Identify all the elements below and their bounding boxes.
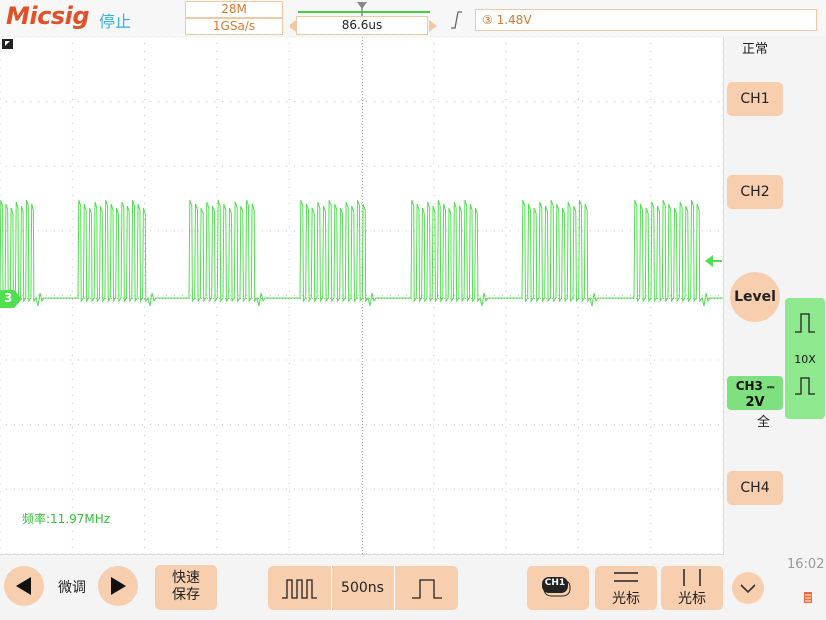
sample-rate[interactable]: 1GSa/s xyxy=(185,18,283,35)
timebase-increase-icon xyxy=(412,579,442,599)
battery-icon xyxy=(804,592,812,603)
timebase-decrease-icon xyxy=(282,579,317,599)
ch3-waveform-trace xyxy=(0,199,723,307)
ch2-button[interactable]: CH2 xyxy=(727,175,783,209)
vertical-cursor-icon xyxy=(683,569,701,586)
ch4-button[interactable]: CH4 xyxy=(727,471,783,505)
brand-logo: Micsig xyxy=(6,2,90,30)
play-right-icon xyxy=(111,577,126,595)
quick-save-button[interactable]: 快速 保存 xyxy=(155,565,217,610)
ch3-scale: 2V xyxy=(745,395,765,410)
trigger-mode[interactable]: 正常 xyxy=(742,38,768,57)
trigger-level-arrow-icon[interactable] xyxy=(705,254,723,268)
clock: 16:02 xyxy=(787,557,825,572)
ch3-name: CH3 xyxy=(735,379,763,393)
more-menu-button[interactable] xyxy=(732,572,764,604)
ch1-button[interactable]: CH1 xyxy=(727,82,783,116)
trigger-position-icon xyxy=(357,2,367,9)
trigger-level-value: 1.48V xyxy=(496,13,532,27)
horizontal-cursor-label: 光标 xyxy=(612,591,640,607)
waveform-display[interactable] xyxy=(0,37,724,555)
channel-select-button[interactable]: CH1 xyxy=(527,566,589,610)
fine-adjust-label: 微调 xyxy=(58,580,86,596)
rising-edge-icon[interactable] xyxy=(449,10,463,30)
quick-save-label-1: 快速 xyxy=(172,570,200,586)
frequency-readout: 频率:11.97MHz xyxy=(22,512,111,526)
channel-stack-icon xyxy=(542,577,571,597)
pulse-icon xyxy=(795,377,815,395)
channel-select-label: CH1 xyxy=(544,578,566,588)
horizontal-cursor-button[interactable]: 光标 xyxy=(595,566,657,610)
fine-decrease-button[interactable] xyxy=(4,566,44,606)
ch3-settings-button[interactable]: CH3 ⎓ 2V xyxy=(727,376,783,410)
timebase-value: 500ns xyxy=(341,580,384,596)
memory-depth[interactable]: 28M xyxy=(185,1,283,18)
fine-increase-button[interactable] xyxy=(98,566,138,606)
horizontal-cursor-icon xyxy=(614,572,638,582)
quick-save-label-2: 保存 xyxy=(172,587,200,603)
level-button[interactable]: Level xyxy=(730,272,780,322)
time-offset[interactable]: 86.6us xyxy=(296,16,428,35)
arrow-right-icon xyxy=(429,20,437,32)
run-stop-status[interactable]: 停止 xyxy=(99,8,131,32)
dc-coupling-icon: ⎓ xyxy=(767,383,775,393)
trigger-marker-icon xyxy=(2,39,13,49)
trigger-source-icon: ③ xyxy=(482,13,493,27)
ch3-marker-label: 3 xyxy=(4,291,13,305)
chevron-down-icon xyxy=(740,584,756,594)
probe-ratio: 10X xyxy=(794,353,816,366)
pulse-positive-icon xyxy=(795,313,815,333)
ch3-bandwidth: 全 xyxy=(757,415,771,430)
vertical-cursor-label: 光标 xyxy=(678,591,706,607)
trigger-level-box[interactable]: ③ 1.48V xyxy=(475,9,817,31)
vertical-cursor-button[interactable]: 光标 xyxy=(661,566,723,610)
play-left-icon xyxy=(16,577,31,595)
